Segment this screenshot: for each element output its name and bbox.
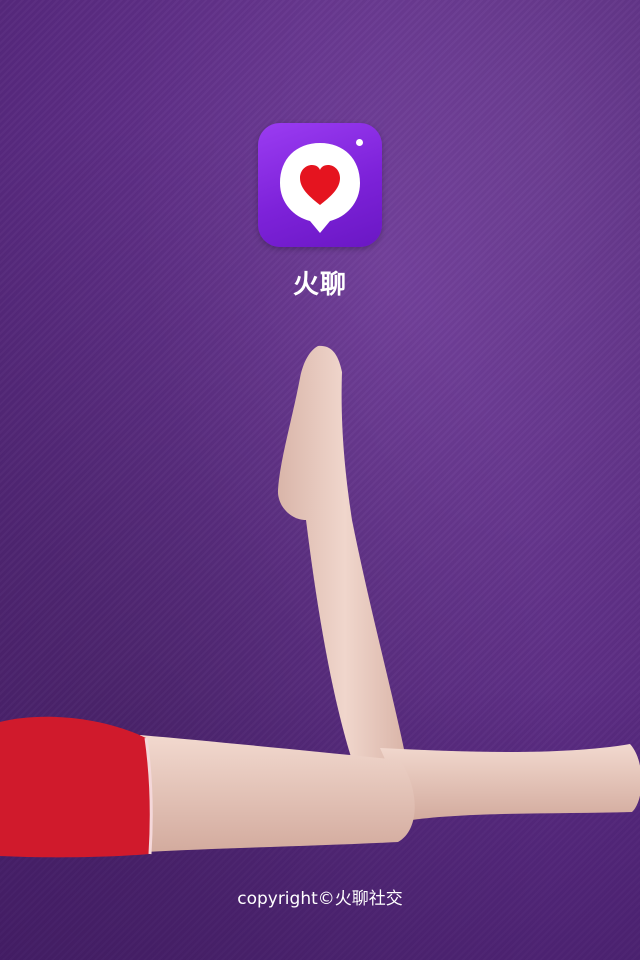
app-logo [258, 123, 382, 247]
copyright-text: copyright©火聊社交 [237, 889, 403, 909]
splash-screen: 火聊 copyright©火聊社交 [0, 0, 640, 960]
app-name: 火聊 [292, 270, 347, 300]
heart-chat-bubble-icon [280, 143, 360, 233]
